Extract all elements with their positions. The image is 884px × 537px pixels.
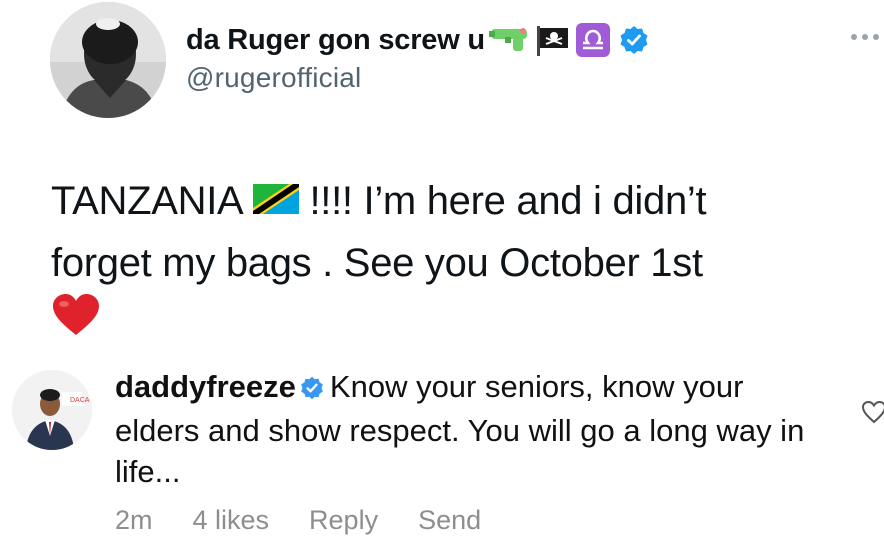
comment-author-avatar[interactable]: DACA bbox=[12, 370, 92, 450]
user-handle[interactable]: @rugerofficial bbox=[186, 62, 649, 94]
avatar-photo bbox=[50, 2, 166, 118]
tanzania-flag-icon bbox=[253, 170, 300, 232]
more-dots-icon[interactable] bbox=[848, 30, 884, 42]
display-name[interactable]: da Ruger gon screw u bbox=[186, 24, 485, 57]
tweet-text-segment: forget my bags . See you October 1st bbox=[51, 241, 703, 285]
tweet-line-2: forget my bags . See you October 1st bbox=[51, 232, 881, 294]
comment-username[interactable]: daddyfreeze bbox=[115, 369, 296, 404]
tweet-text-segment: TANZANIA bbox=[51, 179, 244, 223]
red-heart-icon bbox=[51, 293, 101, 355]
tweet-line-3 bbox=[51, 294, 881, 354]
pirate-flag-icon bbox=[535, 24, 571, 56]
water-pistol-icon bbox=[488, 25, 531, 55]
avatar-photo: DACA bbox=[12, 370, 92, 450]
verified-badge-icon bbox=[619, 25, 649, 55]
comment-likes-count[interactable]: 4 likes bbox=[193, 505, 270, 536]
avatar-badge-text: DACA bbox=[70, 397, 90, 404]
tweet-header: da Ruger gon screw u @rugerofficial bbox=[186, 20, 649, 94]
libra-icon bbox=[575, 22, 611, 58]
comment-body: daddyfreeze Know your seniors, know your … bbox=[115, 366, 835, 492]
reply-button[interactable]: Reply bbox=[309, 505, 378, 536]
tweet-text-segment: !!!! I’m here and i didn’t bbox=[309, 179, 707, 223]
comment-timestamp: 2m bbox=[115, 505, 153, 535]
like-heart-icon[interactable] bbox=[861, 400, 884, 424]
tweet-line-1: TANZANIA !!!! I’m here and i didn’t bbox=[51, 170, 881, 232]
display-name-row: da Ruger gon screw u bbox=[186, 20, 649, 60]
send-button[interactable]: Send bbox=[418, 505, 481, 536]
tweet-text: TANZANIA !!!! I’m here and i didn’t forg… bbox=[51, 170, 881, 354]
tweet-author-avatar[interactable] bbox=[50, 2, 166, 118]
verified-badge-icon bbox=[300, 369, 324, 410]
comment-meta: 2m 4 likes Reply Send bbox=[115, 505, 521, 536]
